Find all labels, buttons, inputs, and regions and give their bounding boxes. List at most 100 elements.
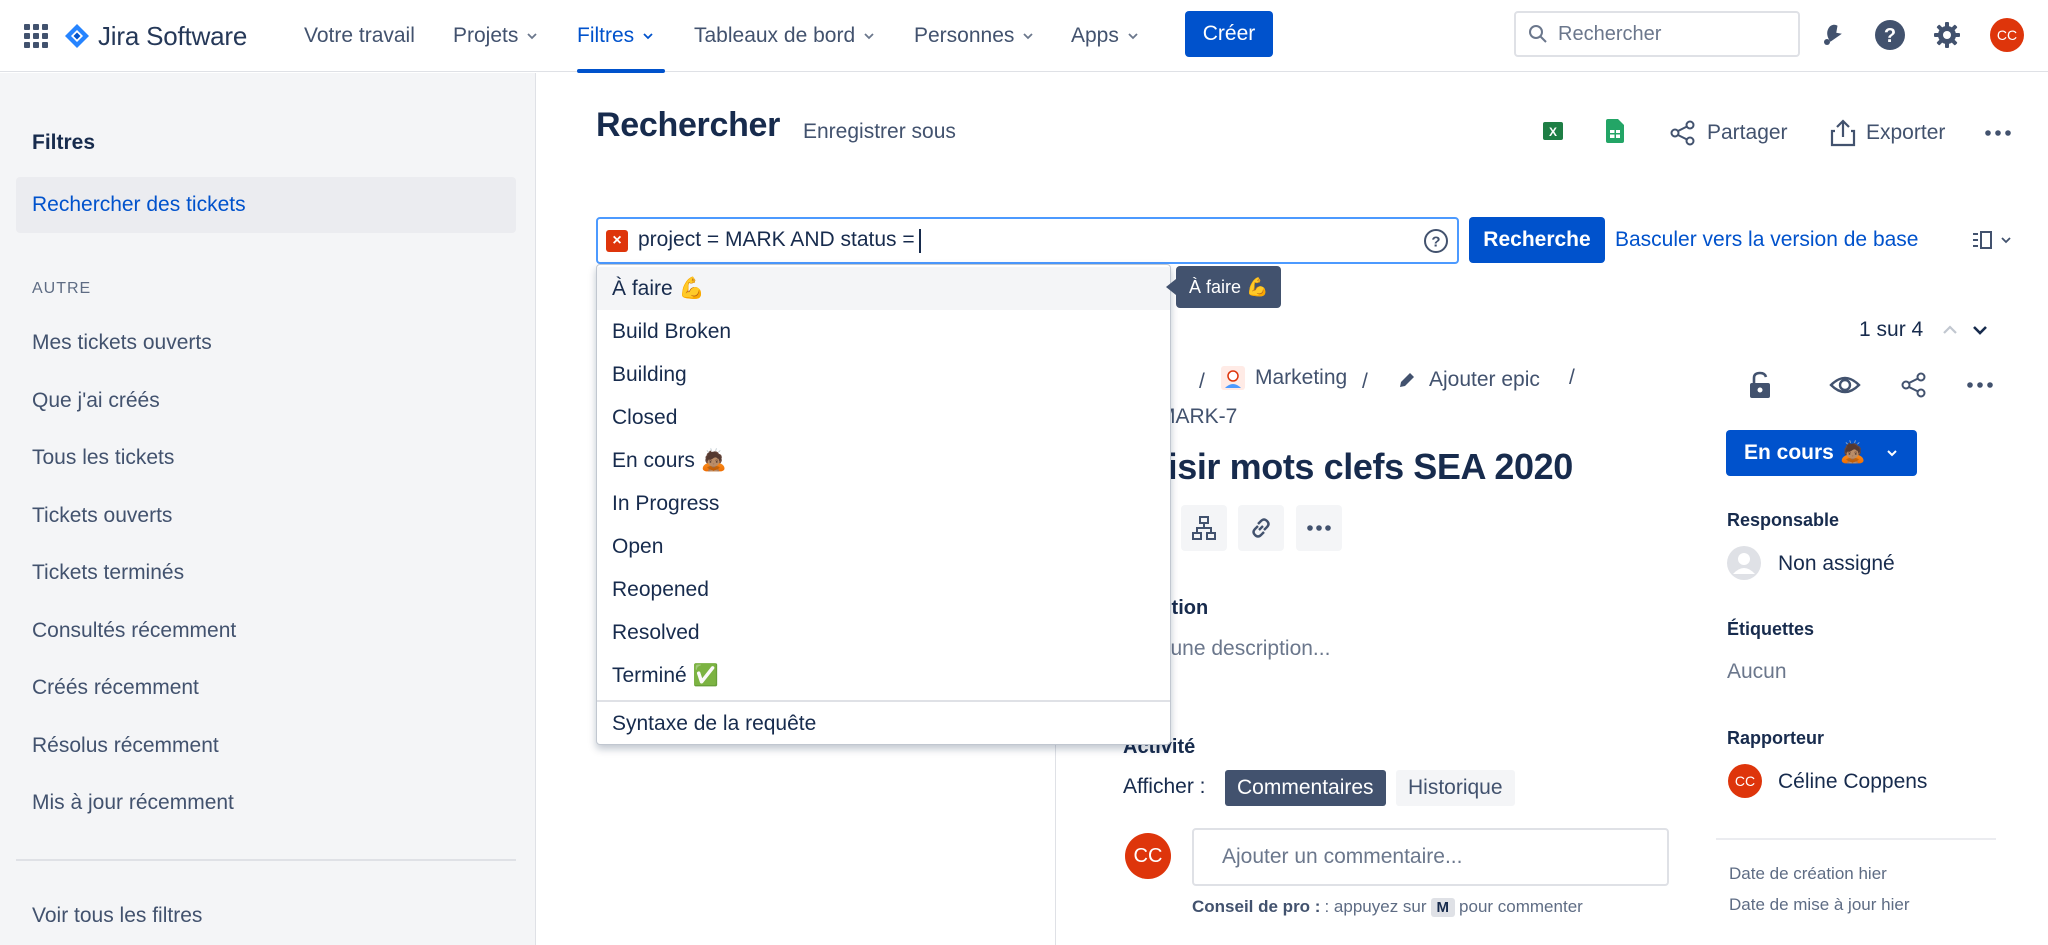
user-avatar[interactable]: CC [1990, 18, 2024, 52]
sidebar-item-mes-tickets-ouverts[interactable]: Mes tickets ouverts [32, 331, 212, 355]
sidebar-item-consultes-recemment[interactable]: Consultés récemment [32, 619, 236, 643]
share-button[interactable]: Partager [1669, 119, 1788, 147]
link-issue-button[interactable] [1238, 505, 1284, 551]
suggestion-tooltip: À faire 💪 [1165, 266, 1282, 308]
search-input[interactable] [1558, 22, 1778, 46]
jql-query-input[interactable]: × project = MARK AND status = ? [596, 217, 1459, 264]
suggestion-reopened[interactable]: Reopened [597, 568, 1170, 611]
share-icon [1670, 120, 1695, 146]
help-icon[interactable]: ? [1873, 18, 1907, 52]
suggestion-open[interactable]: Open [597, 525, 1170, 568]
brand-name: Jira Software [98, 20, 248, 51]
jira-logo[interactable]: Jira Software [64, 18, 247, 54]
assignee-value[interactable]: Non assigné [1778, 552, 1895, 576]
chevron-down-icon [1023, 33, 1034, 40]
settings-gear-icon[interactable] [1930, 18, 1964, 52]
chevron-down-icon [2001, 237, 2011, 244]
detail-panel-divider [1055, 720, 1056, 945]
previous-issue-icon[interactable] [1940, 320, 1960, 340]
description-field[interactable]: er une description... [1146, 637, 1330, 661]
svg-text:?: ? [1884, 25, 1896, 47]
sidebar-item-que-jai-crees[interactable]: Que j'ai créés [32, 389, 160, 413]
assignee-label: Responsable [1727, 510, 1840, 530]
suggestion-resolved[interactable]: Resolved [597, 611, 1170, 654]
tab-history[interactable]: Historique [1396, 770, 1515, 806]
nav-tableaux-de-bord[interactable]: Tableaux de bord [694, 20, 875, 52]
watch-eye-icon[interactable] [1829, 372, 1861, 398]
suggestion-a-faire[interactable]: À faire 💪 [597, 267, 1170, 310]
show-label: Afficher : [1123, 775, 1206, 798]
comment-user-avatar: CC [1125, 833, 1171, 879]
keyboard-shortcut: M [1430, 897, 1456, 917]
reporter-label: Rapporteur [1727, 728, 1825, 748]
status-transition-button[interactable]: En cours 🙇🏽 [1726, 430, 1917, 476]
sidebar-item-resolus-recemment[interactable]: Résolus récemment [32, 734, 219, 758]
sidebar-item-mis-a-jour-recemment[interactable]: Mis à jour récemment [32, 791, 234, 815]
sidebar-item-crees-recemment[interactable]: Créés récemment [32, 676, 199, 700]
add-epic-link[interactable]: Ajouter epic [1397, 368, 1540, 392]
svg-text:?: ? [1431, 234, 1440, 251]
jql-help-icon[interactable]: ? [1423, 228, 1449, 254]
suggestion-in-progress[interactable]: In Progress [597, 482, 1170, 525]
nav-filtres[interactable]: Filtres [577, 20, 654, 52]
issue-title[interactable]: oisir mots clefs SEA 2020 [1146, 446, 1573, 488]
view-all-filters-link[interactable]: Voir tous les filtres [32, 904, 202, 928]
breadcrumb-separator: / [1199, 370, 1205, 393]
search-icon [1529, 25, 1547, 43]
chevron-down-icon [643, 33, 653, 40]
global-search[interactable] [1514, 11, 1800, 57]
child-issue-button[interactable] [1181, 505, 1227, 551]
suggestion-closed[interactable]: Closed [597, 396, 1170, 439]
chevron-down-icon [1887, 450, 1897, 457]
tab-comments[interactable]: Commentaires [1225, 770, 1386, 806]
labels-label: Étiquettes [1727, 619, 1815, 639]
suggestion-build-broken[interactable]: Build Broken [597, 310, 1170, 353]
labels-value[interactable]: Aucun [1727, 660, 1787, 684]
suggestion-termine[interactable]: Terminé ✅ [597, 654, 1170, 697]
google-sheets-icon[interactable] [1606, 119, 1624, 143]
user-placeholder-icon [1727, 546, 1761, 580]
export-button[interactable]: Exporter [1830, 119, 1945, 147]
nav-personnes[interactable]: Personnes [914, 20, 1034, 52]
notifications-icon[interactable] [1816, 18, 1850, 52]
nav-projets[interactable]: Projets [453, 20, 538, 52]
next-issue-icon[interactable] [1970, 320, 1990, 340]
app-switcher-icon[interactable] [24, 24, 48, 48]
layout-switcher[interactable] [1970, 228, 2012, 252]
dates-divider [1716, 838, 1996, 840]
create-button[interactable]: Créer [1185, 11, 1273, 57]
created-date: Date de création hier [1729, 864, 1887, 883]
sidebar-item-rechercher-des-tickets[interactable]: Rechercher des tickets [16, 177, 516, 233]
share-icon[interactable] [1900, 371, 1928, 399]
sidebar-item-tickets-ouverts[interactable]: Tickets ouverts [32, 504, 172, 528]
breadcrumb-separator: / [1569, 366, 1575, 389]
status-suggestions-dropdown: À faire 💪 Build Broken Building Closed E… [596, 264, 1171, 745]
suggestion-en-cours[interactable]: En cours 🙇🏽 [597, 439, 1170, 482]
search-button[interactable]: Recherche [1469, 217, 1605, 263]
sidebar-divider [16, 859, 516, 861]
issue-more-button[interactable] [1296, 505, 1342, 551]
unlock-icon[interactable] [1746, 370, 1774, 400]
sidebar-title: Filtres [32, 131, 96, 154]
active-nav-indicator [577, 69, 665, 73]
unassigned-avatar [1727, 546, 1761, 586]
more-actions-icon[interactable] [1984, 119, 2012, 147]
more-icon[interactable] [1966, 371, 1994, 399]
breadcrumb-project-marketing[interactable]: Marketing [1221, 366, 1347, 390]
sidebar-item-tickets-termines[interactable]: Tickets terminés [32, 561, 184, 585]
excel-export-icon[interactable]: X [1543, 120, 1563, 142]
suggestion-building[interactable]: Building [597, 353, 1170, 396]
breadcrumb-separator: / [1362, 370, 1368, 393]
sidebar-item-tous-les-tickets[interactable]: Tous les tickets [32, 446, 174, 470]
nav-apps[interactable]: Apps [1071, 20, 1139, 52]
chevron-down-icon [864, 33, 874, 40]
top-navigation: Jira Software Votre travail Projets Filt… [0, 0, 2048, 73]
svg-text:X: X [1549, 125, 1557, 139]
reporter-value[interactable]: Céline Coppens [1778, 770, 1927, 794]
pencil-icon [1400, 373, 1414, 387]
add-comment-input[interactable]: Ajouter un commentaire... [1192, 828, 1669, 886]
nav-votre-travail[interactable]: Votre travail [304, 20, 415, 52]
save-as-button[interactable]: Enregistrer sous [803, 120, 956, 144]
switch-to-basic-link[interactable]: Basculer vers la version de base [1615, 228, 1919, 252]
query-syntax-link[interactable]: Syntaxe de la requête [597, 702, 1170, 745]
